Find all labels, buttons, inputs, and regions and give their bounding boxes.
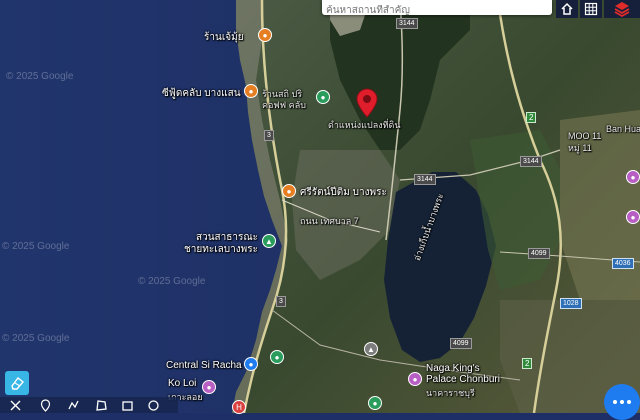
attraction-icon[interactable]: ● [626,170,640,184]
google-watermark: © 2025 Google [2,333,70,344]
search-input[interactable] [326,4,546,17]
place-label-shop-top[interactable]: ร้านเจ้มุ้ย [204,30,244,45]
measure-button[interactable] [4,398,26,413]
home-icon [561,2,573,15]
shopping-icon[interactable]: ● [244,357,258,371]
google-watermark: © 2025 Google [2,241,70,252]
road-shield-4099: 4099 [450,338,472,349]
more-options-dot [620,400,624,404]
shop-icon[interactable]: ● [368,396,382,410]
road-shield-4036: 4036 [612,258,634,269]
polyline-button[interactable] [62,398,84,413]
layers-button[interactable] [604,0,640,18]
place-label-moo11-thai: หมู่ 11 [568,143,592,153]
place-label-club-bangsaen[interactable]: ซีฟู้ดคลับ บางแสน [162,86,241,101]
pin-icon [40,399,50,412]
more-options-dot [627,400,631,404]
attraction-icon[interactable]: ● [408,372,422,386]
rectangle-button[interactable] [116,398,138,413]
road-shield-3144: 3144 [520,156,542,167]
road-shield-3: 3 [276,296,286,307]
circle-icon [147,400,159,411]
shop-icon[interactable]: ● [316,90,330,104]
google-watermark: © 2025 Google [138,276,206,287]
eraser-button[interactable] [5,371,29,395]
google-watermark: © 2025 Google [6,71,74,82]
polygon-icon [95,400,107,411]
road-shield-2: 2 [522,358,533,369]
measure-icon [10,400,20,411]
place-label-street: ถนน เทศบาล 7 [300,216,359,226]
grid-icon [584,2,598,16]
road-shield-3144: 3144 [414,174,436,185]
polyline-icon [67,400,79,410]
road-shield-3144: 3144 [396,18,418,29]
landmark-icon[interactable]: ▲ [364,342,378,356]
park-icon[interactable]: ▲ [262,234,276,248]
place-label-naga-line-1[interactable]: Naga King's [426,363,480,374]
place-label-central[interactable]: Central Si Racha [166,360,242,371]
search-box[interactable] [322,0,552,17]
home-button[interactable] [556,0,578,18]
restaurant-icon[interactable]: ● [258,28,272,42]
circle-button[interactable] [142,398,164,413]
place-label-market-bangphra[interactable]: ศรีรัตน์ปีติม บางพระ [300,185,387,200]
place-label-park-line-2[interactable]: ชายทะเลบางพระ [184,242,258,257]
eraser-icon [11,377,25,390]
restaurant-icon[interactable]: ● [244,84,258,98]
road-shield-4099: 4099 [528,248,550,259]
road-shield-1028: 1028 [560,298,582,309]
place-label-moo11: MOO 11 [568,131,602,141]
place-label-koloi[interactable]: Ko Loi [168,378,196,389]
satellite-map[interactable] [0,0,640,413]
rectangle-icon [121,401,133,411]
more-options-button[interactable] [604,384,640,420]
more-options-icon [613,400,617,404]
road-shield-3: 3 [264,130,274,141]
attraction-icon[interactable]: ● [202,380,216,394]
shop-icon[interactable]: ● [270,350,284,364]
road-shield-2: 2 [526,112,537,123]
location-marker-icon[interactable] [356,88,378,118]
attraction-icon[interactable]: ● [626,210,640,224]
grid-button[interactable] [580,0,602,18]
place-label-ban-hua: Ban Hua [606,124,640,134]
pin-button[interactable] [34,398,56,413]
place-label-naga-thai[interactable]: นาคาราชบุรี [426,386,475,400]
place-label-selected-land[interactable]: ดำแหน่งแปลงที่ดิน [328,118,401,132]
layers-icon [614,2,630,18]
restaurant-icon[interactable]: ● [282,184,296,198]
polygon-button[interactable] [90,398,112,413]
hospital-icon[interactable]: H [232,400,246,414]
place-label-cafe-row-2[interactable]: คอฟฟ คลับ [262,98,306,112]
place-label-naga-line-2[interactable]: Palace Chonburi [426,374,500,385]
